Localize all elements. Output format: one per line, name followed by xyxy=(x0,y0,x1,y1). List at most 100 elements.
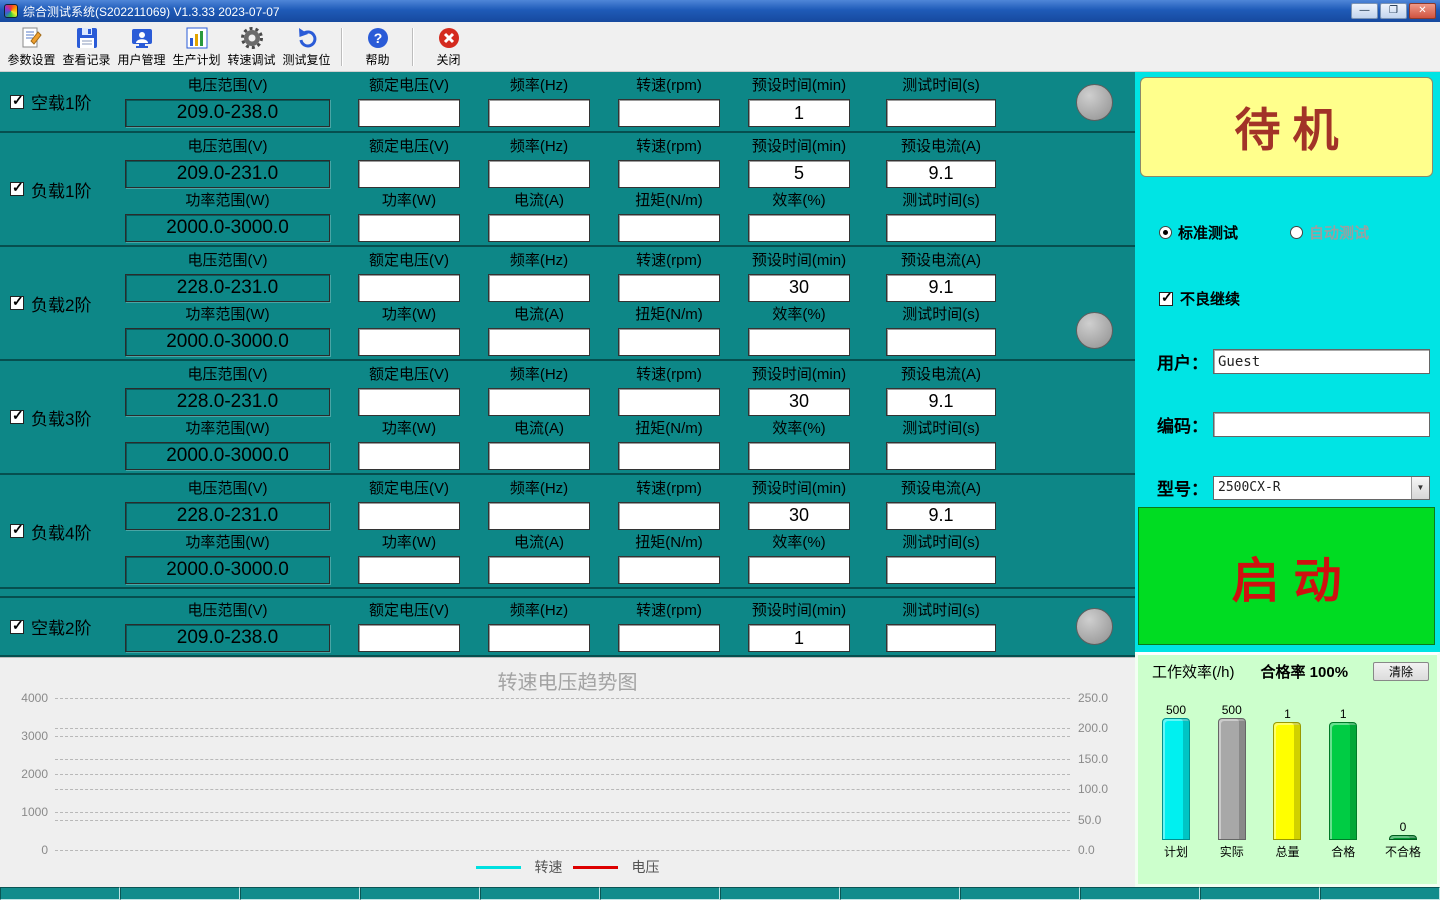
bar-value: 1 xyxy=(1284,707,1291,721)
code-input[interactable] xyxy=(1213,412,1430,437)
param-input[interactable] xyxy=(886,388,996,416)
col-header: 功率范围(W) xyxy=(185,305,269,325)
col-header: 转速(rpm) xyxy=(636,76,702,96)
right-axis-tick: 50.0 xyxy=(1078,813,1128,827)
param-input[interactable] xyxy=(488,624,590,652)
toolbar-button-plan[interactable]: 生产计划 xyxy=(169,24,224,70)
param-input[interactable] xyxy=(618,388,720,416)
right-axis-tick: 150.0 xyxy=(1078,752,1128,766)
param-input[interactable] xyxy=(358,388,460,416)
param-input[interactable] xyxy=(618,214,720,242)
start-button[interactable]: 启动 xyxy=(1138,507,1435,645)
param-input[interactable] xyxy=(748,328,850,356)
param-input[interactable] xyxy=(618,99,720,127)
minimize-button[interactable]: — xyxy=(1351,3,1378,19)
param-input[interactable] xyxy=(488,328,590,356)
param-input[interactable] xyxy=(358,274,460,302)
param-input[interactable] xyxy=(748,502,850,530)
param-input[interactable] xyxy=(618,328,720,356)
row-label: 空载2阶 xyxy=(31,614,91,639)
param-input[interactable] xyxy=(358,502,460,530)
param-input[interactable] xyxy=(358,442,460,470)
col-header: 转速(rpm) xyxy=(636,137,702,157)
row-checkbox[interactable] xyxy=(10,620,24,634)
row-checkbox[interactable] xyxy=(10,95,24,109)
col-header: 功率范围(W) xyxy=(185,533,269,553)
auto-test-radio[interactable] xyxy=(1290,226,1303,239)
param-input[interactable] xyxy=(886,624,996,652)
bar-value: 500 xyxy=(1166,703,1186,717)
radio-auto-test[interactable]: 自动测试 xyxy=(1290,222,1369,243)
param-input[interactable] xyxy=(358,160,460,188)
bar-value: 0 xyxy=(1400,820,1407,834)
param-input[interactable] xyxy=(748,274,850,302)
param-input[interactable] xyxy=(748,99,850,127)
param-input[interactable] xyxy=(618,274,720,302)
maximize-button[interactable]: ❐ xyxy=(1380,3,1407,19)
param-input[interactable] xyxy=(748,624,850,652)
continue-on-fail-checkbox[interactable] xyxy=(1159,292,1173,306)
param-input[interactable] xyxy=(618,160,720,188)
toolbar-button-close-app[interactable]: 关闭 xyxy=(421,24,476,70)
row-checkbox[interactable] xyxy=(10,296,24,310)
close-button[interactable]: ✕ xyxy=(1409,3,1436,19)
toolbar-button-users[interactable]: 用户管理 xyxy=(114,24,169,70)
user-input[interactable] xyxy=(1213,349,1430,374)
toolbar-button-settings[interactable]: 参数设置 xyxy=(4,24,59,70)
toolbar-button-records[interactable]: 查看记录 xyxy=(59,24,114,70)
param-input[interactable] xyxy=(886,442,996,470)
param-input[interactable] xyxy=(618,556,720,584)
param-input[interactable] xyxy=(488,274,590,302)
row-checkbox[interactable] xyxy=(10,410,24,424)
param-input[interactable] xyxy=(358,556,460,584)
bar-plan xyxy=(1162,718,1190,840)
test-row-load2: 负载2阶 电压范围(V) 228.0-231.0 功率范围(W) 2000.0-… xyxy=(0,247,1135,361)
param-input[interactable] xyxy=(488,556,590,584)
toolbar-button-help[interactable]: ? 帮助 xyxy=(350,24,405,70)
param-input[interactable] xyxy=(618,442,720,470)
param-input[interactable] xyxy=(886,214,996,242)
col-header: 预设时间(min) xyxy=(752,76,846,96)
param-input[interactable] xyxy=(886,328,996,356)
param-input[interactable] xyxy=(488,99,590,127)
param-input[interactable] xyxy=(748,214,850,242)
param-input[interactable] xyxy=(886,160,996,188)
param-input[interactable] xyxy=(358,328,460,356)
clear-button[interactable]: 清除 xyxy=(1373,662,1429,681)
toolbar-button-speed-debug[interactable]: 转速调试 xyxy=(224,24,279,70)
param-input[interactable] xyxy=(488,502,590,530)
param-input[interactable] xyxy=(748,556,850,584)
param-input[interactable] xyxy=(488,160,590,188)
chevron-down-icon[interactable]: ▼ xyxy=(1411,477,1429,499)
param-input[interactable] xyxy=(488,442,590,470)
model-select[interactable]: 2500CX-R ▼ xyxy=(1213,476,1430,500)
param-input[interactable] xyxy=(748,442,850,470)
row-checkbox[interactable] xyxy=(10,524,24,538)
toolbar-button-test-reset[interactable]: 测试复位 xyxy=(279,24,334,70)
control-panel: 待机 标准测试 自动测试 不良继续 用户： xyxy=(1135,72,1440,887)
param-input[interactable] xyxy=(358,99,460,127)
radio-standard-test[interactable]: 标准测试 xyxy=(1159,222,1238,243)
param-input[interactable] xyxy=(488,388,590,416)
param-input[interactable] xyxy=(618,502,720,530)
param-input[interactable] xyxy=(488,214,590,242)
param-input[interactable] xyxy=(886,274,996,302)
col-header: 电压范围(V) xyxy=(188,76,268,96)
checkbox-continue-on-fail[interactable]: 不良继续 xyxy=(1159,288,1240,309)
param-input[interactable] xyxy=(748,388,850,416)
bar-item-actual: 500 实际 xyxy=(1218,703,1246,860)
param-input[interactable] xyxy=(358,214,460,242)
row-label: 负载2阶 xyxy=(31,291,91,316)
param-input[interactable] xyxy=(886,99,996,127)
param-input[interactable] xyxy=(886,502,996,530)
range-display: 2000.0-3000.0 xyxy=(125,214,330,242)
titlebar: 综合测试系统(S202211069) V1.3.33 2023-07-07 — … xyxy=(0,0,1440,22)
param-input[interactable] xyxy=(618,624,720,652)
param-input[interactable] xyxy=(886,556,996,584)
pass-rate-label: 合格率 100% xyxy=(1261,661,1349,682)
row-checkbox[interactable] xyxy=(10,182,24,196)
test-row-noload1: 空载1阶 电压范围(V) 209.0-238.0 额定电压(V) 频率(Hz) xyxy=(0,72,1135,133)
param-input[interactable] xyxy=(358,624,460,652)
standard-test-radio[interactable] xyxy=(1159,226,1172,239)
param-input[interactable] xyxy=(748,160,850,188)
